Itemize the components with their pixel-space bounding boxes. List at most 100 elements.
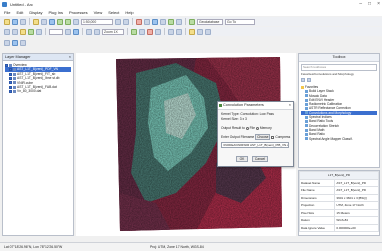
divider: [45, 28, 46, 35]
layer-manager-title: Layer Manager: [5, 55, 31, 59]
layer-checkbox[interactable]: [9, 90, 12, 94]
property-key: File Name: [298, 186, 336, 195]
menu-select[interactable]: Select: [108, 10, 119, 15]
compress-label: Compress: [275, 135, 291, 139]
menu-processes[interactable]: Processes: [69, 10, 88, 15]
scale-select[interactable]: 1:50,000: [81, 18, 113, 25]
pin-icon[interactable]: [189, 28, 195, 35]
goto-field[interactable]: Go To: [225, 18, 255, 25]
menu-edit[interactable]: Edit: [16, 10, 23, 15]
close-icon[interactable]: ×: [377, 1, 380, 7]
divider: [185, 18, 186, 25]
property-value: AST_L1T_B(veni)_PD: [334, 186, 379, 195]
menu-file[interactable]: File: [4, 10, 10, 15]
open-icon[interactable]: [4, 18, 10, 25]
chip-icon[interactable]: [36, 28, 42, 35]
brightness-icon[interactable]: [86, 28, 92, 35]
dialog-titlebar: Convolution Parameters ×: [218, 102, 293, 110]
choose-button[interactable]: Choose: [255, 134, 271, 140]
data-manager-icon[interactable]: [20, 18, 26, 25]
stats-icon[interactable]: [197, 28, 203, 35]
rotate-left-icon[interactable]: [115, 18, 121, 25]
view-icon[interactable]: [28, 28, 34, 35]
histogram-icon[interactable]: [73, 28, 79, 35]
layer-item[interactable]: Vn_80_3000.dat: [5, 89, 71, 93]
ok-button[interactable]: OK: [236, 156, 248, 162]
toolbox-title: Toolbox: [332, 55, 346, 59]
flicker-icon[interactable]: [147, 28, 153, 35]
measure-icon[interactable]: [176, 18, 182, 25]
one-view-icon[interactable]: [4, 40, 10, 46]
zoom-in-icon[interactable]: [57, 18, 63, 25]
close-icon[interactable]: ×: [289, 102, 291, 109]
compress-checkbox[interactable]: [271, 135, 275, 139]
portal-icon[interactable]: [20, 28, 26, 35]
sharpen-slider-icon[interactable]: [168, 28, 174, 35]
geodatabase-icon[interactable]: [189, 18, 195, 25]
layer-checkbox[interactable]: [5, 63, 8, 67]
file-radio[interactable]: [245, 126, 249, 130]
property-value: UTM, Zone 17 North: [334, 201, 379, 210]
link-icon[interactable]: [12, 28, 18, 35]
output-filename-input[interactable]: \\NODEA\VNIR\NIR AST_L1T_B(veni)_PIB_VN.…: [221, 142, 289, 148]
fly-icon[interactable]: [73, 18, 79, 25]
property-value: 0.000000e+00: [334, 223, 379, 232]
sharpen-icon[interactable]: [131, 28, 137, 35]
toolbox-item[interactable]: Spectral Angle Mapper Classif.: [301, 137, 377, 141]
menu-view[interactable]: View: [94, 10, 103, 15]
view-toolbar: [0, 39, 382, 47]
expand-icon[interactable]: [301, 78, 305, 82]
crosshair-icon[interactable]: [136, 18, 142, 25]
layer-checkbox[interactable]: [9, 85, 12, 89]
property-row: Data Ignore Value 0.000000e+00: [298, 223, 379, 232]
zoom-select[interactable]: Zoom 1X: [102, 28, 124, 35]
toolbox-path: Favorites/Convolutions and Morphology: [301, 72, 354, 76]
menu-display[interactable]: Display: [29, 10, 42, 15]
pan-icon[interactable]: [33, 18, 39, 25]
swipe-icon[interactable]: [155, 28, 161, 35]
rotate-right-icon[interactable]: [123, 18, 129, 25]
save-icon[interactable]: [12, 18, 18, 25]
roi-icon[interactable]: [168, 18, 174, 25]
select-icon[interactable]: [41, 18, 47, 25]
cursor-value-icon[interactable]: [144, 18, 150, 25]
contrast-icon[interactable]: [94, 28, 100, 35]
stretch-select[interactable]: [49, 28, 63, 35]
grid-icon[interactable]: [65, 28, 71, 35]
collapse-icon[interactable]: [307, 78, 311, 82]
toolbox-search-input[interactable]: Search toolboxes: [301, 64, 377, 71]
property-key: Dimensions: [298, 193, 336, 202]
property-value: 3601 x 3601 x 3 [BSQ]: [334, 193, 379, 202]
annotation-icon[interactable]: [152, 18, 158, 25]
vector-icon[interactable]: [160, 18, 166, 25]
property-value: WGS-84: [334, 216, 379, 225]
raster-layer-icon: [13, 90, 16, 94]
menu-plugins[interactable]: Plug Ins: [48, 10, 62, 15]
tool-icon: [305, 102, 308, 106]
minimize-icon[interactable]: –: [359, 1, 362, 7]
overview-icon: [9, 63, 12, 67]
layer-label: Vn_80_3000.dat: [17, 89, 42, 94]
divider: [185, 28, 186, 35]
close-icon[interactable]: ×: [69, 54, 71, 60]
layer-checkbox[interactable]: [9, 76, 12, 80]
layer-checkbox[interactable]: [9, 68, 12, 72]
tool-icon: [305, 124, 308, 128]
menu-help[interactable]: Help: [125, 10, 133, 15]
layer-checkbox[interactable]: [9, 72, 12, 76]
tool-icon: [305, 98, 308, 102]
layer-icon[interactable]: [4, 28, 10, 35]
spectral-icon[interactable]: [205, 28, 211, 35]
geodatabase-select[interactable]: Geodatabase: [197, 18, 223, 25]
maximize-icon[interactable]: □: [368, 1, 371, 7]
rotate-icon[interactable]: [49, 18, 55, 25]
layer-checkbox[interactable]: [9, 81, 12, 85]
opacity-icon[interactable]: [176, 28, 182, 35]
zoom-out-icon[interactable]: [65, 18, 71, 25]
two-view-icon[interactable]: [12, 40, 18, 46]
four-view-icon[interactable]: [20, 40, 26, 46]
transparency-icon[interactable]: [139, 28, 145, 35]
memory-radio[interactable]: [255, 126, 259, 130]
memory-radio-label: Memory: [259, 126, 272, 130]
cancel-button[interactable]: Cancel: [252, 156, 268, 162]
